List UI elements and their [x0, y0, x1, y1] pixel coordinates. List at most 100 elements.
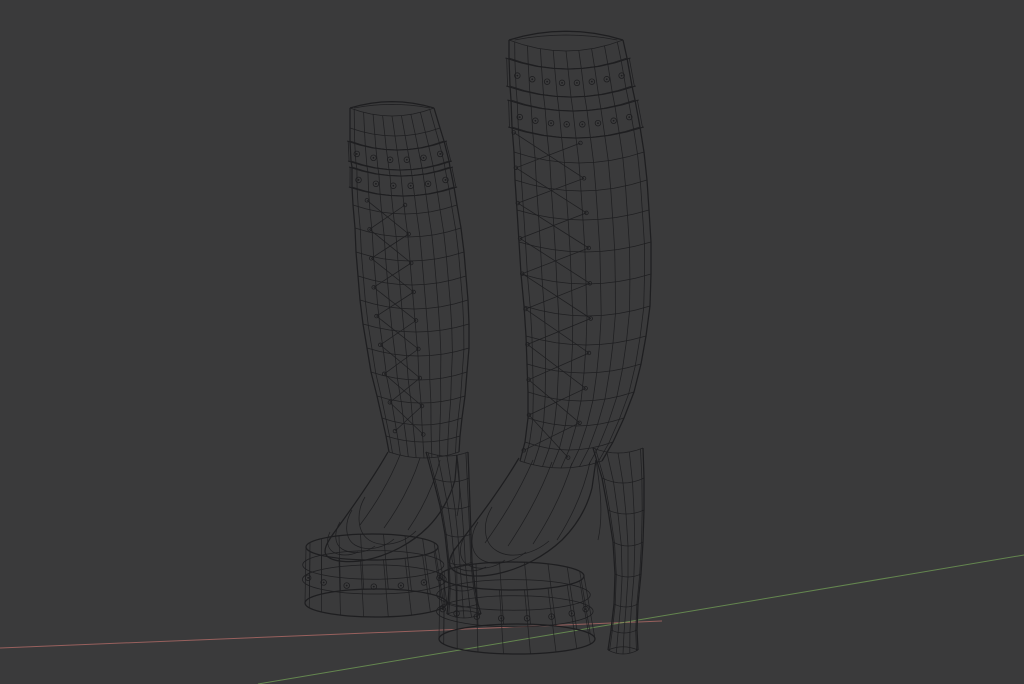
stud-center [534, 119, 537, 122]
stud-center [581, 123, 584, 126]
stud-center [584, 608, 587, 610]
foot-contour [346, 509, 395, 549]
stud-center [400, 584, 402, 587]
stud-center [423, 581, 425, 584]
3d-viewport[interactable] [0, 0, 1024, 684]
stud-center [628, 116, 631, 119]
stud-center [372, 156, 375, 159]
stud-center [355, 153, 358, 155]
foot-contour [471, 521, 527, 564]
stud-center [322, 581, 325, 584]
foot-contour [556, 461, 591, 541]
shaft-column [569, 50, 602, 468]
stud-center [561, 81, 563, 84]
stud-center [550, 615, 553, 618]
stud-center [392, 184, 395, 187]
platform-column [499, 562, 504, 625]
stud-center [531, 78, 534, 81]
platform-bottom-edge [438, 623, 596, 655]
platform-column [383, 559, 389, 617]
shaft-row [349, 107, 435, 117]
stud-center [612, 119, 615, 122]
stud-center [475, 615, 478, 618]
heel-row [592, 447, 644, 454]
stud-center [500, 617, 503, 620]
platform-column [304, 546, 307, 604]
stud-center [546, 80, 549, 83]
stud-center [565, 123, 568, 126]
platform-band-edge [436, 579, 591, 611]
stud-center [518, 116, 521, 119]
foot-contour [383, 457, 421, 529]
foot-contour [532, 462, 573, 545]
stud-center [307, 576, 310, 579]
lace-line [371, 233, 409, 259]
stud-center [550, 122, 552, 125]
lace-eyelet [421, 432, 426, 437]
stud-center [444, 179, 447, 181]
left-boot-wireframe[interactable] [302, 100, 482, 619]
foot-contour [484, 459, 534, 544]
shaft-rim [508, 30, 624, 41]
stud-center [590, 80, 593, 83]
stud-center [516, 74, 519, 77]
lace-eyelet [419, 403, 425, 409]
stud-center [375, 182, 377, 185]
lace-eyelet [374, 313, 379, 319]
platform-column [383, 534, 389, 590]
shaft-column [588, 45, 631, 465]
strap-end [347, 141, 350, 162]
stud-center [345, 584, 348, 587]
lace-eyelet [583, 386, 588, 391]
strap-end [508, 100, 510, 128]
stud-center [372, 585, 375, 588]
shaft-column [372, 114, 409, 457]
stud-center [427, 182, 429, 185]
lace-line [389, 377, 421, 403]
shaft-rim [349, 100, 435, 109]
lace-line [376, 291, 414, 317]
shaft-rim-inner [354, 104, 430, 109]
shaft-column [560, 50, 588, 469]
foot-contour [507, 461, 553, 547]
lace-line [369, 204, 406, 230]
stud-center [389, 158, 392, 161]
stud-center [409, 184, 412, 187]
shaft-rim-inner [514, 34, 618, 41]
platform-column [566, 566, 578, 630]
platform-column [499, 589, 504, 654]
lace-line [528, 379, 580, 424]
platform-column [579, 580, 591, 645]
stud-center [597, 122, 599, 125]
shaft-column [551, 50, 574, 468]
lace-line [394, 405, 423, 432]
stud-center [422, 156, 425, 159]
stud-center [455, 612, 458, 615]
foot-contour [358, 496, 417, 545]
platform-column [524, 589, 531, 654]
lace-eyelet [581, 176, 587, 181]
stud-center [605, 78, 608, 81]
strap-end [506, 58, 508, 87]
heel-bottom-cap [446, 610, 482, 615]
shaft-row [508, 39, 624, 52]
stud-center [441, 608, 444, 610]
platform-column [566, 584, 578, 649]
stud-center [526, 617, 528, 620]
lace-line [380, 320, 417, 346]
shaft-column [353, 109, 393, 454]
platform-column [360, 559, 365, 617]
stud-center [357, 179, 360, 181]
x-axis-line [0, 620, 663, 649]
stud-center [405, 158, 408, 161]
stud-center [576, 81, 578, 84]
stud-center [570, 612, 573, 615]
lace-line [525, 282, 591, 310]
foot-contour [335, 521, 376, 553]
wireframe-scene-canvas[interactable] [0, 0, 1024, 684]
platform-top-edge [439, 561, 585, 591]
stud-center [620, 74, 623, 77]
platform-column [524, 562, 531, 625]
stud-center [439, 153, 442, 155]
platform-bottom-edge [304, 588, 448, 618]
